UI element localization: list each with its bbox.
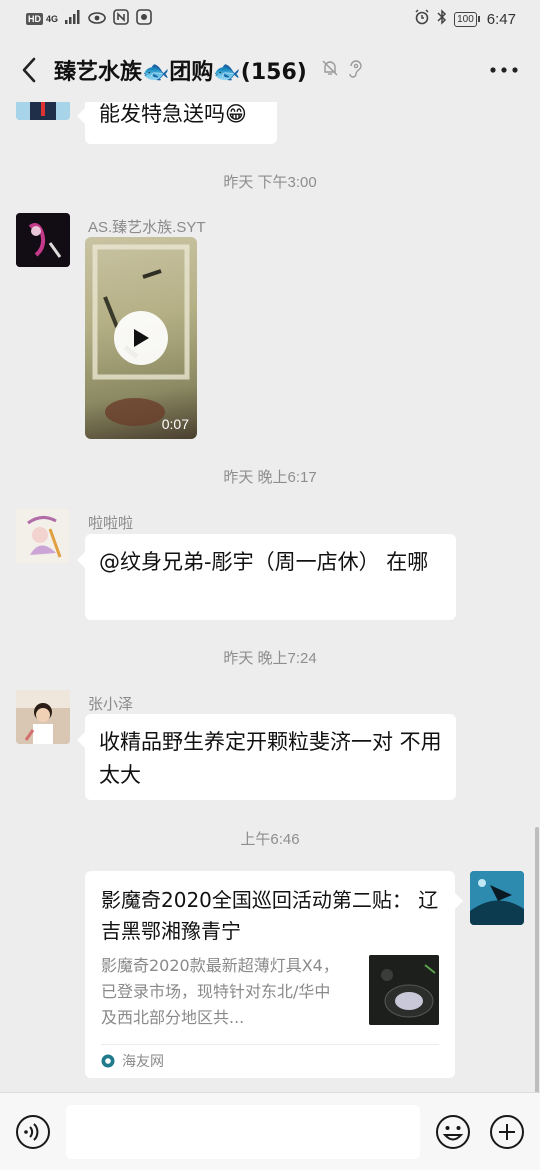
sender-name: 张小泽 bbox=[88, 696, 134, 713]
video-message[interactable]: 0:07 bbox=[85, 237, 197, 439]
link-source: 海友网 bbox=[101, 1044, 439, 1071]
avatar[interactable] bbox=[16, 213, 70, 267]
video-duration: 0:07 bbox=[161, 416, 189, 432]
signal-icon bbox=[65, 10, 81, 28]
alarm-icon bbox=[414, 9, 430, 29]
emoji-icon bbox=[436, 1114, 471, 1149]
source-logo-icon bbox=[101, 1054, 115, 1068]
link-source-name: 海友网 bbox=[122, 1054, 164, 1070]
link-thumbnail bbox=[369, 955, 439, 1025]
input-bar bbox=[0, 1092, 540, 1170]
bluetooth-icon bbox=[437, 9, 447, 29]
sender-name: AS.臻艺水族.SYT bbox=[88, 219, 206, 236]
timestamp: 上午6:46 bbox=[240, 831, 300, 848]
plus-icon bbox=[490, 1114, 525, 1149]
earpiece-icon bbox=[347, 58, 363, 82]
avatar[interactable] bbox=[16, 509, 70, 563]
back-button[interactable] bbox=[14, 50, 44, 90]
play-icon bbox=[134, 329, 149, 347]
message-bubble[interactable]: 能发特急送吗😁 bbox=[77, 102, 277, 144]
chat-title: 臻艺水族🐟团购🐟(156) bbox=[54, 60, 307, 85]
avatar[interactable] bbox=[470, 871, 524, 925]
message-bubble[interactable]: @纹身兄弟-彫宇（周一店休） 在哪 bbox=[77, 534, 456, 620]
mute-bell-icon bbox=[321, 59, 339, 81]
more-dots-icon bbox=[490, 67, 518, 73]
play-button[interactable] bbox=[114, 311, 168, 365]
emoji-button[interactable] bbox=[434, 1113, 472, 1151]
scrollbar[interactable] bbox=[535, 827, 539, 1092]
message-text: 收精品野生养定开颗粒斐济一对 不用太大 bbox=[99, 730, 442, 787]
clock-time: 6:47 bbox=[486, 10, 516, 28]
battery-icon: 100 bbox=[454, 11, 480, 27]
chevron-left-icon bbox=[22, 57, 36, 83]
message-input[interactable] bbox=[65, 1104, 421, 1159]
timestamp: 昨天 晚上7:24 bbox=[223, 650, 317, 667]
message-text: @纹身兄弟-彫宇（周一店休） 在哪 bbox=[99, 550, 429, 574]
link-description: 影魔奇2020款最新超薄灯具X4，已登录市场，现特针对东北/华中及西北部分地区共… bbox=[101, 956, 339, 1027]
link-title: 影魔奇2020全国巡回活动第二贴： 辽吉黑鄂湘豫青宁 bbox=[101, 888, 439, 943]
link-card-message[interactable]: 影魔奇2020全国巡回活动第二贴： 辽吉黑鄂湘豫青宁 影魔奇2020款最新超薄灯… bbox=[85, 871, 463, 1078]
more-button[interactable] bbox=[484, 50, 524, 90]
message-list[interactable]: 能发特急送吗😁 昨天 下午3:00 AS.臻艺水族.SYT 0:07 昨天 晚上… bbox=[0, 102, 540, 1092]
hd-icon: HD bbox=[26, 13, 43, 25]
status-bar: HD 4G 100 6:47 bbox=[0, 0, 540, 38]
avatar[interactable] bbox=[16, 102, 70, 120]
voice-icon bbox=[15, 1114, 50, 1149]
sender-name: 啦啦啦 bbox=[88, 515, 134, 532]
voice-button[interactable] bbox=[14, 1113, 52, 1151]
chat-header: 臻艺水族🐟团购🐟(156) bbox=[0, 38, 540, 102]
timestamp: 昨天 下午3:00 bbox=[223, 174, 317, 191]
shield-app-icon bbox=[136, 9, 152, 29]
network-type-label: 4G bbox=[46, 14, 59, 24]
nfc-icon bbox=[113, 9, 129, 29]
timestamp: 昨天 晚上6:17 bbox=[223, 469, 317, 486]
eye-icon bbox=[88, 11, 106, 28]
avatar[interactable] bbox=[16, 690, 70, 744]
message-text: 能发特急送吗😁 bbox=[99, 102, 247, 126]
message-bubble[interactable]: 收精品野生养定开颗粒斐济一对 不用太大 bbox=[77, 714, 456, 800]
plus-button[interactable] bbox=[488, 1113, 526, 1151]
